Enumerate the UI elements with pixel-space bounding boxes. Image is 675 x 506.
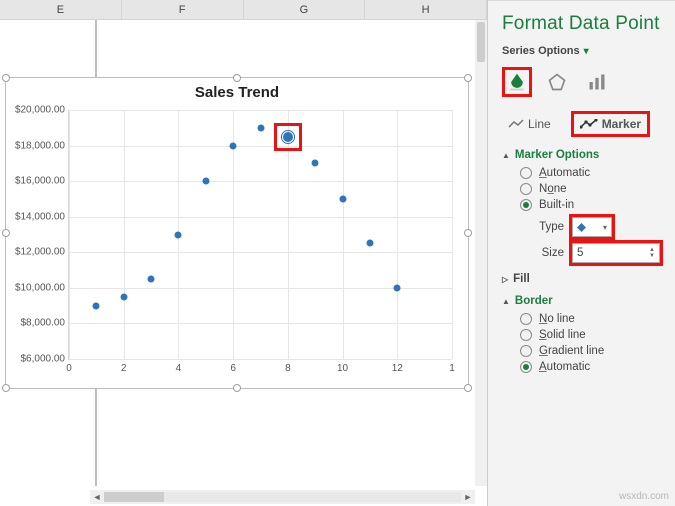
- y-tick-label: $6,000.00: [21, 354, 70, 365]
- spinner-icon[interactable]: ▲▼: [649, 247, 655, 259]
- size-label: Size: [532, 247, 564, 259]
- y-tick-label: $18,000.00: [15, 140, 69, 151]
- radio-solid-line[interactable]: Solid line: [520, 329, 661, 341]
- fill-label: Fill: [513, 273, 530, 285]
- data-point[interactable]: [366, 240, 373, 247]
- column-header[interactable]: F: [122, 0, 244, 19]
- watermark: wsxdn.com: [619, 491, 669, 502]
- resize-handle[interactable]: [464, 229, 472, 237]
- y-tick-label: $16,000.00: [15, 176, 69, 187]
- marker-icon: [580, 119, 598, 129]
- x-tick-label: 2: [121, 359, 127, 374]
- pane-title: Format Data Point: [502, 13, 661, 35]
- chevron-down-icon: ▾: [584, 46, 589, 57]
- radio-automatic-key: A: [539, 167, 547, 179]
- chart-object[interactable]: Sales Trend $6,000.00$8,000.00$10,000.00…: [6, 78, 468, 388]
- column-header[interactable]: E: [0, 0, 122, 19]
- x-tick-label: 8: [285, 359, 291, 374]
- radio-border-automatic[interactable]: Automatic: [520, 361, 661, 373]
- data-point[interactable]: [93, 302, 100, 309]
- chart-title[interactable]: Sales Trend: [6, 84, 468, 101]
- horizontal-scrollbar[interactable]: ◄ ►: [90, 490, 475, 504]
- data-point[interactable]: [394, 284, 401, 291]
- chevron-down-icon: ▾: [603, 223, 607, 232]
- resize-handle[interactable]: [233, 74, 241, 82]
- x-tick-label: 10: [337, 359, 348, 374]
- scroll-left-icon[interactable]: ◄: [90, 490, 104, 504]
- x-tick-label: 0: [66, 359, 72, 374]
- radio-gradient-line[interactable]: Gradient line: [520, 345, 661, 357]
- y-tick-label: $8,000.00: [21, 318, 70, 329]
- vertical-scrollbar[interactable]: [475, 20, 487, 486]
- resize-handle[interactable]: [233, 384, 241, 392]
- category-icons: [502, 67, 661, 97]
- column-headers: E F G H: [0, 0, 487, 20]
- data-point[interactable]: [175, 231, 182, 238]
- data-point[interactable]: [312, 160, 319, 167]
- radio-builtin[interactable]: Built-in: [520, 199, 661, 211]
- fill-line-icon[interactable]: [502, 67, 532, 97]
- column-header[interactable]: G: [244, 0, 366, 19]
- data-point[interactable]: [283, 132, 293, 142]
- type-label: Type: [532, 221, 564, 233]
- x-tick-label: 1: [449, 359, 455, 374]
- spreadsheet-area: E F G H Sales Trend $6,000.00$8,000.00$1…: [0, 0, 488, 506]
- y-tick-label: $12,000.00: [15, 247, 69, 258]
- border-header[interactable]: ▲ Border: [502, 295, 661, 307]
- tab-line-label: Line: [528, 117, 551, 131]
- data-point[interactable]: [148, 275, 155, 282]
- series-options-dropdown[interactable]: Series Options ▾: [502, 45, 661, 57]
- tab-line[interactable]: Line: [502, 114, 557, 134]
- radio-automatic[interactable]: Automatic: [520, 167, 661, 179]
- x-tick-label: 6: [230, 359, 236, 374]
- triangle-right-icon: ▷: [502, 275, 508, 284]
- size-value: 5: [577, 247, 583, 259]
- series-options-icon[interactable]: [582, 67, 612, 97]
- triangle-down-icon: ▲: [502, 297, 510, 306]
- resize-handle[interactable]: [464, 74, 472, 82]
- y-tick-label: $20,000.00: [15, 105, 69, 116]
- x-tick-label: 12: [392, 359, 403, 374]
- marker-options-header[interactable]: ▲ Marker Options: [502, 149, 661, 161]
- y-tick-label: $10,000.00: [15, 282, 69, 293]
- diamond-icon: [577, 223, 586, 232]
- effects-icon[interactable]: [542, 67, 572, 97]
- fill-header[interactable]: ▷ Fill: [502, 273, 661, 285]
- data-point[interactable]: [120, 293, 127, 300]
- radio-builtin-label: Built-in: [539, 199, 574, 211]
- x-tick-label: 4: [176, 359, 182, 374]
- resize-handle[interactable]: [464, 384, 472, 392]
- marker-size-input[interactable]: 5 ▲▼: [572, 243, 660, 263]
- format-pane: Format Data Point Series Options ▾ Line …: [488, 0, 675, 506]
- marker-type-combo[interactable]: ▾: [572, 217, 612, 237]
- scroll-right-icon[interactable]: ►: [461, 490, 475, 504]
- resize-handle[interactable]: [2, 384, 10, 392]
- resize-handle[interactable]: [2, 74, 10, 82]
- border-label: Border: [515, 295, 553, 307]
- y-tick-label: $14,000.00: [15, 211, 69, 222]
- data-point[interactable]: [230, 142, 237, 149]
- radio-no-line[interactable]: No line: [520, 313, 661, 325]
- marker-options-label: Marker Options: [515, 149, 599, 161]
- data-point[interactable]: [257, 124, 264, 131]
- line-icon: [508, 119, 524, 129]
- radio-none[interactable]: None: [520, 183, 661, 195]
- plot-area[interactable]: $6,000.00$8,000.00$10,000.00$12,000.00$1…: [68, 110, 452, 360]
- triangle-down-icon: ▲: [502, 151, 510, 160]
- resize-handle[interactable]: [2, 229, 10, 237]
- tab-marker-label: Marker: [602, 117, 641, 131]
- data-point[interactable]: [339, 195, 346, 202]
- tab-marker[interactable]: Marker: [571, 111, 650, 137]
- line-marker-tabs: Line Marker: [502, 111, 661, 137]
- data-point[interactable]: [202, 178, 209, 185]
- column-header[interactable]: H: [365, 0, 487, 19]
- series-options-label: Series Options: [502, 45, 580, 57]
- radio-automatic-rest: utomatic: [547, 167, 590, 179]
